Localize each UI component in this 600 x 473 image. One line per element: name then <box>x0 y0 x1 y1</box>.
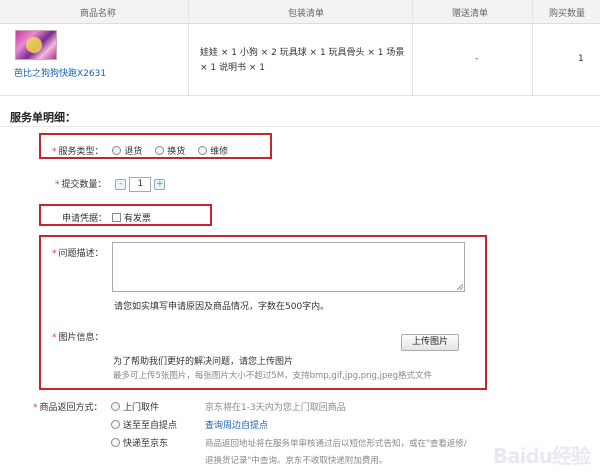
radio-express[interactable]: 快递至京东 <box>111 436 168 449</box>
service-type-row: * 服务类型： 退货 换货 维修 <box>52 144 228 157</box>
watermark-logo: Baidu经验 <box>492 444 591 468</box>
express-desc: 商品返回地址将在服务单审核通过后以短信形式告知，或在"查看返修/退换货记录"中查… <box>205 439 467 466</box>
product-thumbnail[interactable] <box>15 30 57 60</box>
invoice-checkbox[interactable]: 有发票 <box>111 213 151 224</box>
quantity-stepper: -1 + <box>115 177 166 192</box>
column-divider <box>412 0 413 96</box>
package-list-text: 娃娃 × 1 小狗 × 2 玩具球 × 1 玩具骨头 × 1 场景 × 1 说明… <box>200 48 405 73</box>
radio-circle[interactable] <box>112 146 122 155</box>
radio-circle[interactable] <box>111 438 120 447</box>
radio-label: 换货 <box>167 147 186 157</box>
radio-circle[interactable] <box>111 402 120 411</box>
radio-exchange[interactable]: 换货 <box>155 146 186 157</box>
required-marker: * <box>55 180 60 190</box>
radio-repair[interactable]: 维修 <box>198 146 229 157</box>
column-divider <box>188 0 189 96</box>
header-quantity: 购买数量 <box>549 9 586 19</box>
problem-label-row: * 问题描述： <box>52 246 104 259</box>
checkbox-square[interactable] <box>111 213 121 222</box>
return-method-label: 商品返回方式： <box>39 403 103 413</box>
required-marker: * <box>52 333 57 343</box>
required-marker: * <box>33 403 38 413</box>
increment-button[interactable]: + <box>154 179 166 190</box>
radio-label: 上门取件 <box>123 403 160 413</box>
return-method-label-row: * 商品返回方式： <box>33 400 103 413</box>
radio-circle[interactable] <box>155 146 165 155</box>
header-package-list: 包装清单 <box>288 9 325 19</box>
quantity-value: 1 <box>578 54 584 64</box>
radio-label: 快递至京东 <box>123 439 169 449</box>
service-type-label: 服务类型： <box>58 147 104 157</box>
submit-qty-label: 提交数量： <box>61 180 107 190</box>
radio-label: 送至至自提点 <box>123 421 178 431</box>
required-marker: * <box>52 249 57 259</box>
problem-hint: 请您如实填写申请原因及商品情况，字数在500字内。 <box>114 302 330 312</box>
header-product-name: 商品名称 <box>80 9 117 19</box>
proof-label: 申请凭据： <box>62 214 108 224</box>
pickup-points-link[interactable]: 查询周边自提点 <box>205 418 268 431</box>
quantity-input[interactable]: 1 <box>129 177 152 192</box>
problem-textarea[interactable] <box>112 242 465 292</box>
required-marker: * <box>52 147 57 157</box>
header-gift-list: 赠送清单 <box>452 9 489 19</box>
submit-qty-row: * 提交数量： -1 + <box>55 177 166 192</box>
radio-label: 退货 <box>124 147 143 157</box>
pickup-desc: 京东将在1-3天内为您上门取回商品 <box>205 403 346 413</box>
problem-label: 问题描述： <box>58 249 104 259</box>
radio-pickup[interactable]: 上门取件 <box>111 400 159 413</box>
images-label-row: * 图片信息： <box>52 330 104 343</box>
upload-image-button[interactable]: 上传图片 <box>401 334 459 351</box>
product-name-link[interactable]: 芭比之狗狗快跑X2631 <box>14 66 106 79</box>
gift-value: - <box>475 54 479 64</box>
checkbox-label: 有发票 <box>123 214 151 224</box>
decrement-button[interactable]: - <box>115 179 127 190</box>
section-title: 服务单明细： <box>10 111 76 124</box>
proof-row: 申请凭据： 有发票 <box>62 211 151 224</box>
images-format-hint: 最多可上传5张图片，每张图片大小不超过5M，支持bmp,gif,jpg,png,… <box>113 371 432 381</box>
images-label: 图片信息： <box>58 333 104 343</box>
section-divider <box>0 126 600 127</box>
radio-label: 维修 <box>210 147 229 157</box>
radio-circle[interactable] <box>111 420 120 429</box>
radio-self-pickup[interactable]: 送至至自提点 <box>111 418 177 431</box>
radio-return[interactable]: 退货 <box>112 146 143 157</box>
radio-circle[interactable] <box>198 146 208 155</box>
column-divider <box>532 0 533 96</box>
images-hint: 为了帮助我们更好的解决问题，请您上传图片 <box>113 357 294 367</box>
